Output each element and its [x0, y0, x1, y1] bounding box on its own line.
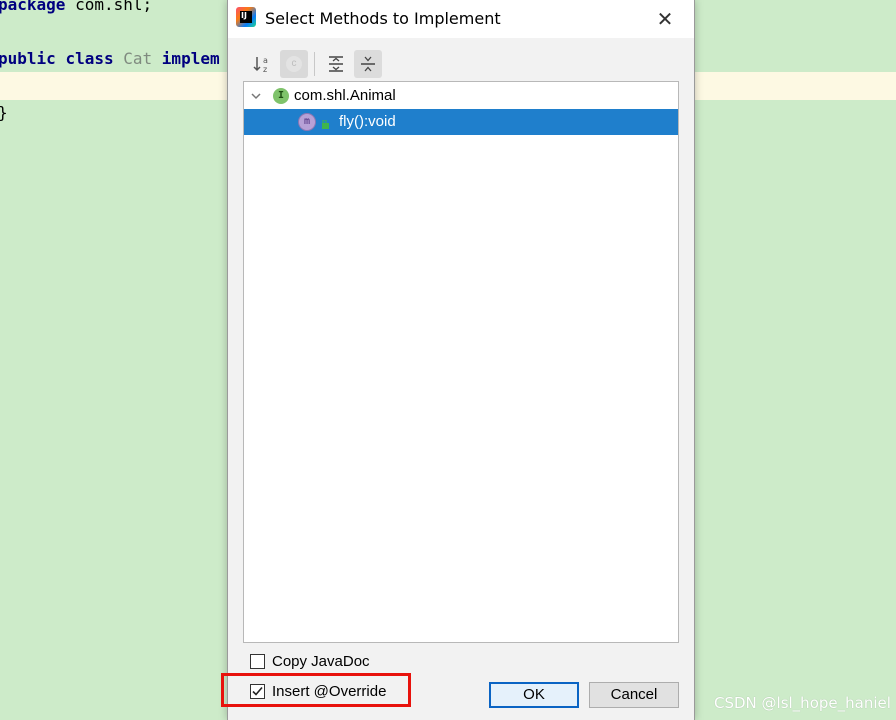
methods-tree[interactable]: I com.shl.Animal m fly():void — [243, 81, 679, 643]
copy-javadoc-option[interactable]: Copy JavaDoc — [250, 652, 400, 674]
copy-javadoc-checkbox[interactable] — [250, 654, 265, 669]
dialog-title: Select Methods to Implement — [265, 9, 501, 28]
code-line-package: package com.shl; — [0, 0, 153, 14]
toolbar-separator — [314, 52, 315, 76]
method-icon: m — [298, 113, 316, 131]
close-icon[interactable]: ✕ — [652, 6, 678, 32]
code-line-close-brace: } — [0, 100, 8, 126]
copy-javadoc-label: Copy JavaDoc — [272, 653, 370, 670]
code-line-class: public class Cat implem — [0, 49, 220, 68]
annotation-highlight-box — [221, 673, 411, 707]
show-inherited-icon[interactable]: c — [280, 50, 308, 78]
select-methods-dialog: IJ Select Methods to Implement ✕ a z c I… — [221, 0, 695, 720]
watermark: CSDN @lsl_hope_haniel — [714, 694, 891, 712]
public-visibility-icon — [321, 117, 331, 129]
tree-node-interface[interactable]: I com.shl.Animal — [244, 83, 678, 109]
tree-node-method[interactable]: m fly():void — [244, 109, 678, 135]
cancel-button[interactable]: Cancel — [589, 682, 679, 708]
interface-label: com.shl.Animal — [294, 87, 396, 104]
sort-alphabetically-icon[interactable]: a z — [248, 50, 276, 78]
intellij-idea-icon: IJ — [236, 7, 256, 27]
chevron-down-icon[interactable] — [248, 88, 264, 104]
expand-all-icon[interactable] — [322, 50, 350, 78]
method-label: fly():void — [339, 113, 396, 130]
svg-text:a: a — [263, 56, 268, 65]
svg-text:z: z — [263, 65, 267, 74]
dialog-toolbar: a z c — [228, 48, 694, 80]
ok-button[interactable]: OK — [489, 682, 579, 708]
dialog-titlebar: IJ Select Methods to Implement ✕ — [228, 0, 694, 38]
interface-icon: I — [273, 88, 289, 104]
collapse-all-icon[interactable] — [354, 50, 382, 78]
